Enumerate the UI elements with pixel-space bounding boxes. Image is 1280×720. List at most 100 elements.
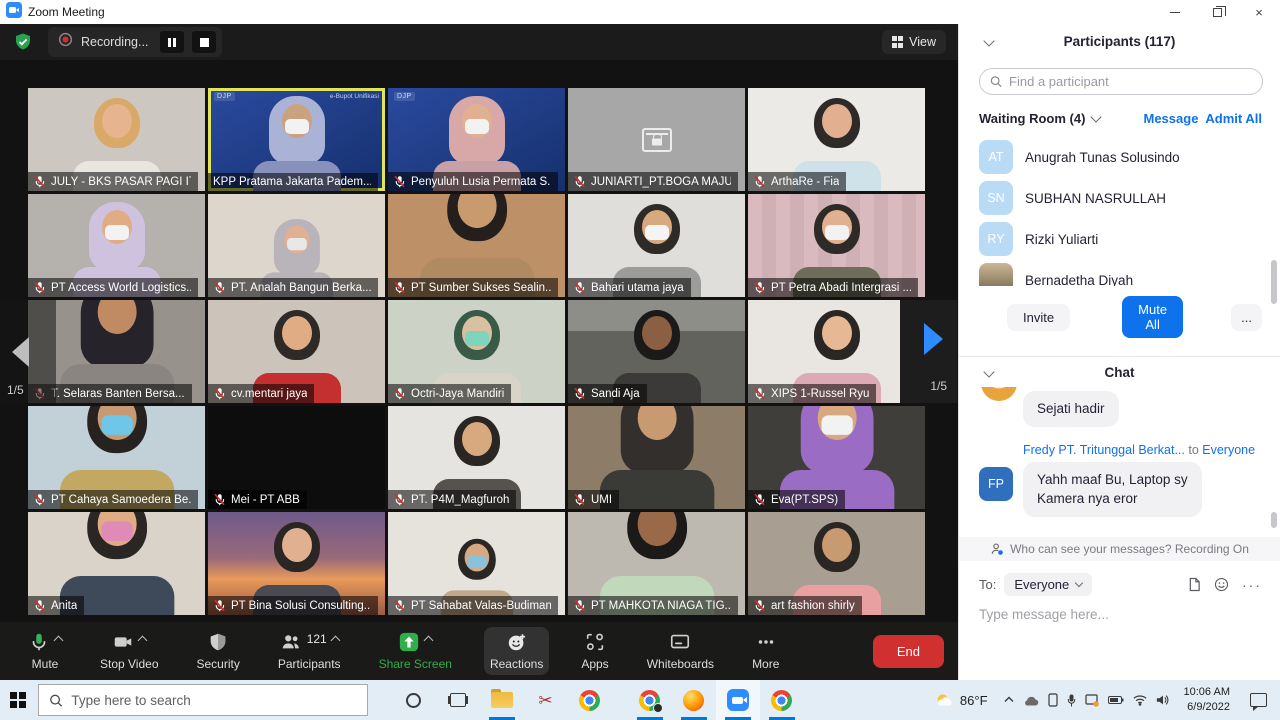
- zoom-taskbar-icon[interactable]: [716, 680, 760, 720]
- arrow-left-icon[interactable]: [12, 337, 29, 367]
- video-tile[interactable]: JULY - BKS PASAR PAGI IT...: [28, 88, 205, 191]
- participant-row[interactable]: AT Anugrah Tunas Solusindo: [959, 136, 1280, 177]
- chrome-taskbar-icon[interactable]: [760, 680, 804, 720]
- chevron-down-icon[interactable]: [1091, 111, 1102, 122]
- scrollbar-thumb[interactable]: [1271, 260, 1277, 304]
- video-tile[interactable]: PT Cahaya Samoedera Be...: [28, 406, 205, 509]
- tile-name-tag: PT Access World Logistics...: [28, 278, 198, 297]
- minimize-button[interactable]: [1154, 0, 1196, 24]
- emoji-icon[interactable]: [1214, 577, 1229, 592]
- security-shield-icon[interactable]: [12, 31, 34, 53]
- participant-row[interactable]: SN SUBHAN NASRULLAH: [959, 177, 1280, 218]
- video-tile[interactable]: XIPS 1-Russel Ryu: [748, 300, 925, 403]
- chrome-taskbar-icon[interactable]: [568, 680, 612, 720]
- chevron-up-icon[interactable]: [424, 636, 434, 646]
- toolbar-security-button[interactable]: Security: [191, 627, 246, 675]
- chat-recipient[interactable]: Everyone: [1202, 443, 1255, 457]
- search-input[interactable]: [1009, 74, 1252, 89]
- video-tile[interactable]: Eva(PT.SPS): [748, 406, 925, 509]
- toolbar-reactions-button[interactable]: Reactions: [484, 627, 549, 675]
- arrow-right-icon[interactable]: [924, 323, 943, 355]
- taskbar-search[interactable]: [38, 684, 368, 716]
- video-tile[interactable]: PT Petra Abadi Intergrasi ...: [748, 194, 925, 297]
- toolbar-mute-button[interactable]: Mute: [22, 627, 68, 675]
- toolbar-more-button[interactable]: More: [746, 627, 785, 675]
- video-tile[interactable]: Mei - PT ABB: [208, 406, 385, 509]
- chevron-up-icon[interactable]: [1004, 696, 1014, 704]
- next-page-control[interactable]: 1/5: [900, 300, 957, 403]
- video-tile[interactable]: PT. Analah Bangun Berka...: [208, 194, 385, 297]
- video-tile[interactable]: JUNIARTI_PT.BOGA MAJU...: [568, 88, 745, 191]
- video-tile[interactable]: art fashion shirly: [748, 512, 925, 615]
- more-options-button[interactable]: ...: [1231, 304, 1262, 331]
- mute-all-button[interactable]: Mute All: [1122, 296, 1183, 338]
- collapse-chevron-icon[interactable]: [983, 366, 994, 377]
- file-explorer-taskbar-icon[interactable]: [480, 680, 524, 720]
- taskbar-clock[interactable]: 10:06 AM 6/9/2022: [1178, 685, 1240, 715]
- task-view-taskbar-icon[interactable]: [436, 680, 480, 720]
- message-link[interactable]: Message: [1144, 111, 1199, 126]
- participant-search[interactable]: [979, 68, 1263, 95]
- device-icon[interactable]: [1048, 693, 1058, 707]
- recipient-select[interactable]: Everyone: [1004, 573, 1092, 596]
- admit-all-link[interactable]: Admit All: [1205, 111, 1262, 126]
- chrome-badged-taskbar-icon[interactable]: [628, 680, 672, 720]
- video-tile[interactable]: UMI: [568, 406, 745, 509]
- video-tile[interactable]: cv.mentari jaya: [208, 300, 385, 403]
- toolbar-participants-button[interactable]: 121 Participants: [272, 627, 347, 675]
- close-button[interactable]: ×: [1238, 0, 1280, 24]
- video-tile[interactable]: DJP Penyuluh Lusia Permata S...: [388, 88, 565, 191]
- chevron-up-icon[interactable]: [330, 636, 340, 646]
- file-icon[interactable]: [1188, 577, 1201, 592]
- collapse-chevron-icon[interactable]: [983, 35, 994, 46]
- view-button[interactable]: View: [882, 30, 946, 54]
- snipping-tool-taskbar-icon[interactable]: ✂: [524, 680, 568, 720]
- chat-input[interactable]: [979, 607, 1260, 622]
- chevron-up-icon[interactable]: [54, 636, 64, 646]
- chat-compose[interactable]: [959, 596, 1280, 634]
- video-tile[interactable]: Sandi Aja: [568, 300, 745, 403]
- privacy-note[interactable]: Who can see your messages? Recording On: [1010, 542, 1249, 556]
- chat-sender[interactable]: Fredy PT. Tritunggal Berkat...: [1023, 443, 1185, 457]
- previous-page-control[interactable]: 1/5: [0, 300, 56, 403]
- tile-name: JULY - BKS PASAR PAGI IT...: [51, 176, 191, 188]
- video-tile[interactable]: Bahari utama jaya: [568, 194, 745, 297]
- video-tile[interactable]: DJP e-Bupot Unifikasi KPP Pratama Jakart…: [208, 88, 385, 191]
- scrollbar-thumb[interactable]: [1271, 512, 1277, 528]
- restore-button[interactable]: [1196, 0, 1238, 24]
- notification-center-button[interactable]: [1240, 680, 1276, 720]
- toolbar-stop-video-button[interactable]: Stop Video: [94, 627, 165, 675]
- taskbar-search-input[interactable]: [71, 693, 356, 708]
- toolbar-share-screen-button[interactable]: Share Screen: [373, 627, 458, 675]
- mic-icon[interactable]: [1067, 694, 1076, 707]
- more-options-icon[interactable]: ···: [1242, 577, 1262, 593]
- invite-button[interactable]: Invite: [1007, 304, 1070, 331]
- weather-widget[interactable]: 86°F: [927, 693, 996, 708]
- firefox-taskbar-icon[interactable]: [672, 680, 716, 720]
- cortana-taskbar-icon[interactable]: [392, 680, 436, 720]
- screen-share-icon[interactable]: [1085, 694, 1099, 707]
- video-tile[interactable]: PT Sahabat Valas-Budiman: [388, 512, 565, 615]
- participant-row[interactable]: RY Rizki Yuliarti: [959, 218, 1280, 259]
- video-tile[interactable]: PT Sumber Sukses Sealin...: [388, 194, 565, 297]
- stop-recording-button[interactable]: [192, 31, 216, 53]
- video-tile[interactable]: PT MAHKOTA NIAGA TIG...: [568, 512, 745, 615]
- participant-row[interactable]: Bernadetha Diyah: [959, 259, 1280, 286]
- tile-name-tag: KPP Pratama Jakarta Padem...: [208, 173, 378, 191]
- start-button-icon[interactable]: [10, 692, 26, 708]
- video-tile[interactable]: PT Bina Solusi Consulting...: [208, 512, 385, 615]
- video-tile[interactable]: Anita: [28, 512, 205, 615]
- end-meeting-button[interactable]: End: [873, 635, 944, 668]
- video-tile[interactable]: PT Access World Logistics...: [28, 194, 205, 297]
- battery-icon[interactable]: [1108, 695, 1124, 705]
- cloud-icon[interactable]: [1023, 695, 1039, 706]
- video-tile[interactable]: PT. P4M_Magfuroh: [388, 406, 565, 509]
- chevron-up-icon[interactable]: [138, 636, 148, 646]
- video-tile[interactable]: Octri-Jaya Mandiri: [388, 300, 565, 403]
- toolbar-whiteboards-button[interactable]: Whiteboards: [641, 627, 720, 675]
- toolbar-apps-button[interactable]: Apps: [575, 627, 614, 675]
- video-tile[interactable]: ArthaRe - Fia: [748, 88, 925, 191]
- pause-recording-button[interactable]: [160, 31, 184, 53]
- wifi-icon[interactable]: [1133, 694, 1147, 706]
- volume-icon[interactable]: [1156, 694, 1170, 706]
